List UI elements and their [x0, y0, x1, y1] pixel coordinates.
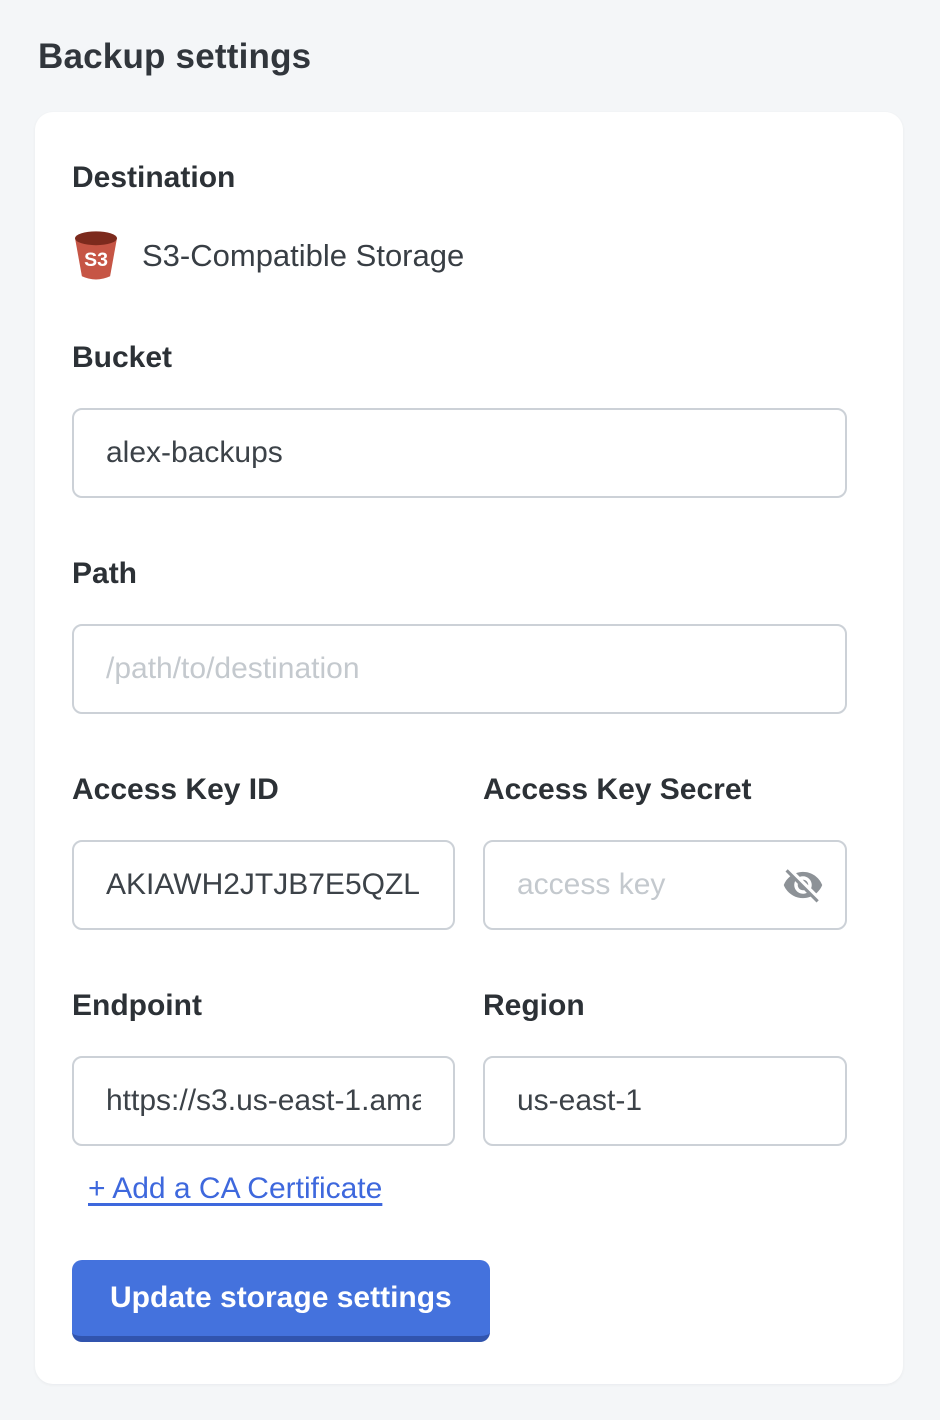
- access-keys-row: Access Key ID Access Key Secret: [72, 772, 866, 930]
- path-section: Path: [72, 556, 866, 714]
- backup-settings-card: Destination S3 S3-Compatible Storage Buc…: [35, 112, 903, 1384]
- path-input[interactable]: [72, 624, 847, 714]
- endpoint-input[interactable]: [72, 1056, 455, 1146]
- endpoint-region-row: Endpoint Region: [72, 988, 866, 1146]
- bucket-section: Bucket: [72, 340, 866, 498]
- page-title: Backup settings: [0, 0, 940, 78]
- destination-label: Destination: [72, 160, 866, 196]
- destination-row: S3 S3-Compatible Storage: [72, 230, 866, 282]
- svg-text:S3: S3: [84, 249, 108, 271]
- access-key-secret-label: Access Key Secret: [483, 772, 847, 808]
- path-label: Path: [72, 556, 866, 592]
- add-ca-certificate-link[interactable]: + Add a CA Certificate: [88, 1172, 382, 1206]
- update-storage-settings-button[interactable]: Update storage settings: [72, 1260, 490, 1342]
- s3-bucket-icon: S3: [72, 230, 120, 282]
- bucket-input[interactable]: [72, 408, 847, 498]
- region-field: Region: [483, 988, 847, 1146]
- access-key-id-field: Access Key ID: [72, 772, 455, 930]
- access-key-id-label: Access Key ID: [72, 772, 455, 808]
- access-key-secret-input-wrap: [483, 840, 847, 930]
- region-label: Region: [483, 988, 847, 1024]
- toggle-secret-visibility-button[interactable]: [779, 861, 827, 909]
- access-key-secret-field: Access Key Secret: [483, 772, 847, 930]
- endpoint-field: Endpoint: [72, 988, 455, 1146]
- destination-value: S3-Compatible Storage: [142, 238, 464, 274]
- region-input[interactable]: [483, 1056, 847, 1146]
- eye-off-icon: [782, 864, 824, 906]
- backup-settings-page: Backup settings Destination S3 S3-Compat…: [0, 0, 940, 1420]
- endpoint-label: Endpoint: [72, 988, 455, 1024]
- access-key-id-input[interactable]: [72, 840, 455, 930]
- bucket-label: Bucket: [72, 340, 866, 376]
